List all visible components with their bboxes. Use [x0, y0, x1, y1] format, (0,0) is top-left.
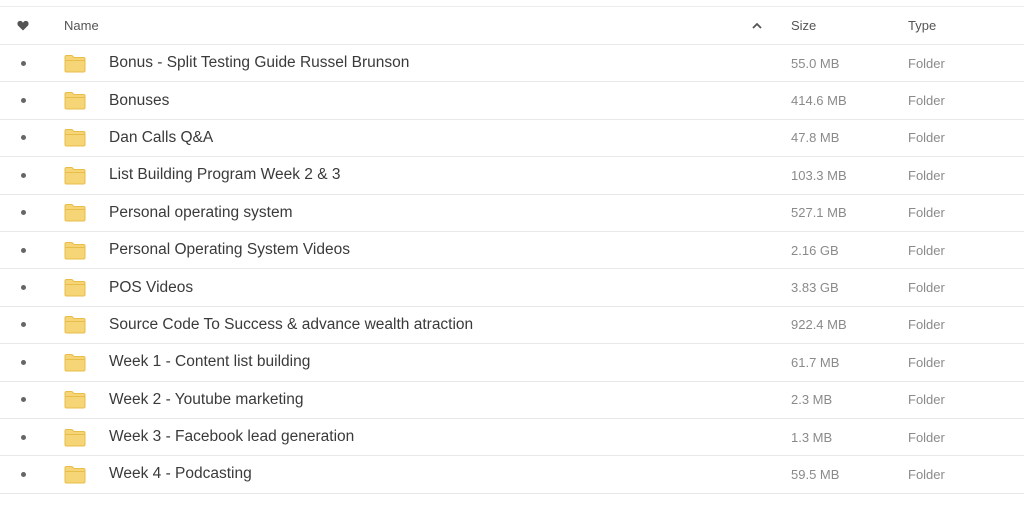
- folder-icon: [64, 269, 88, 305]
- table-row[interactable]: List Building Program Week 2 & 3 103.3 MB…: [0, 157, 1024, 195]
- heart-icon[interactable]: [14, 7, 32, 44]
- file-table: Name Size Type Bonus - Split Testing Gui…: [0, 6, 1024, 494]
- name-column-header[interactable]: Name: [64, 7, 99, 44]
- folder-type: Folder: [908, 392, 945, 408]
- folder-name[interactable]: Week 4 - Podcasting: [109, 465, 252, 483]
- folder-name[interactable]: Source Code To Success & advance wealth …: [109, 316, 473, 334]
- folder-icon: [64, 82, 88, 118]
- favorite-dot-icon[interactable]: [14, 120, 32, 156]
- folder-icon: [64, 456, 88, 492]
- favorite-dot-icon[interactable]: [14, 195, 32, 231]
- folder-name[interactable]: Week 2 - Youtube marketing: [109, 391, 303, 409]
- folder-type: Folder: [908, 130, 945, 146]
- table-row[interactable]: Personal operating system 527.1 MB Folder: [0, 195, 1024, 232]
- favorite-dot-icon[interactable]: [14, 344, 32, 380]
- folder-size: 61.7 MB: [791, 354, 840, 370]
- table-row[interactable]: Week 1 - Content list building 61.7 MB Fol…: [0, 344, 1024, 382]
- folder-name[interactable]: Personal operating system: [109, 204, 293, 222]
- folder-icon: [64, 344, 88, 380]
- folder-name[interactable]: Bonuses: [109, 92, 169, 110]
- folder-name[interactable]: List Building Program Week 2 & 3: [109, 166, 340, 184]
- folder-name[interactable]: Week 1 - Content list building: [109, 353, 310, 371]
- table-row[interactable]: Bonuses 414.6 MB Folder: [0, 82, 1024, 120]
- folder-size: 922.4 MB: [791, 317, 847, 333]
- folder-size: 59.5 MB: [791, 466, 840, 482]
- folder-name[interactable]: Dan Calls Q&A: [109, 129, 213, 147]
- folder-size: 3.83 GB: [791, 280, 839, 296]
- folder-icon: [64, 195, 88, 231]
- favorite-dot-icon[interactable]: [14, 82, 32, 118]
- favorite-dot-icon[interactable]: [14, 269, 32, 305]
- folder-size: 55.0 MB: [791, 55, 840, 71]
- favorite-dot-icon[interactable]: [14, 307, 32, 343]
- folder-icon: [64, 419, 88, 455]
- table-row[interactable]: Dan Calls Q&A 47.8 MB Folder: [0, 120, 1024, 158]
- favorite-dot-icon[interactable]: [14, 419, 32, 455]
- table-body: Bonus - Split Testing Guide Russel Bruns…: [0, 45, 1024, 494]
- folder-type: Folder: [908, 280, 945, 296]
- folder-icon: [64, 232, 88, 268]
- table-header: Name Size Type: [0, 6, 1024, 45]
- type-column-header[interactable]: Type: [908, 7, 936, 44]
- size-column-header[interactable]: Size: [791, 7, 816, 44]
- folder-size: 47.8 MB: [791, 130, 840, 146]
- table-row[interactable]: POS Videos 3.83 GB Folder: [0, 269, 1024, 307]
- favorite-dot-icon[interactable]: [14, 232, 32, 268]
- folder-type: Folder: [908, 167, 945, 183]
- table-row[interactable]: Week 2 - Youtube marketing 2.3 MB Folder: [0, 382, 1024, 419]
- folder-size: 414.6 MB: [791, 93, 847, 109]
- folder-icon: [64, 157, 88, 193]
- table-row[interactable]: Personal Operating System Videos 2.16 GB F…: [0, 232, 1024, 270]
- folder-size: 2.3 MB: [791, 392, 833, 408]
- folder-name[interactable]: Personal Operating System Videos: [109, 241, 350, 259]
- folder-type: Folder: [908, 93, 945, 109]
- favorite-dot-icon[interactable]: [14, 157, 32, 193]
- folder-icon: [64, 382, 88, 418]
- folder-type: Folder: [908, 242, 945, 258]
- folder-name[interactable]: POS Videos: [109, 279, 193, 297]
- favorite-dot-icon[interactable]: [14, 45, 32, 81]
- folder-size: 527.1 MB: [791, 205, 847, 221]
- folder-size: 103.3 MB: [791, 167, 847, 183]
- folder-size: 2.16 GB: [791, 242, 839, 258]
- folder-size: 1.3 MB: [791, 429, 833, 445]
- table-row[interactable]: Week 4 - Podcasting 59.5 MB Folder: [0, 456, 1024, 494]
- table-row[interactable]: Source Code To Success & advance wealth …: [0, 307, 1024, 345]
- folder-type: Folder: [908, 55, 945, 71]
- folder-icon: [64, 307, 88, 343]
- folder-icon: [64, 45, 88, 81]
- folder-type: Folder: [908, 466, 945, 482]
- folder-type: Folder: [908, 317, 945, 333]
- favorite-dot-icon[interactable]: [14, 382, 32, 418]
- table-row[interactable]: Bonus - Split Testing Guide Russel Bruns…: [0, 45, 1024, 83]
- folder-type: Folder: [908, 429, 945, 445]
- folder-icon: [64, 120, 88, 156]
- table-row[interactable]: Week 3 - Facebook lead generation 1.3 MB F…: [0, 419, 1024, 457]
- folder-type: Folder: [908, 354, 945, 370]
- chevron-up-icon[interactable]: [748, 7, 766, 44]
- folder-name[interactable]: Bonus - Split Testing Guide Russel Bruns…: [109, 54, 409, 72]
- folder-type: Folder: [908, 205, 945, 221]
- favorite-dot-icon[interactable]: [14, 456, 32, 492]
- folder-name[interactable]: Week 3 - Facebook lead generation: [109, 428, 354, 446]
